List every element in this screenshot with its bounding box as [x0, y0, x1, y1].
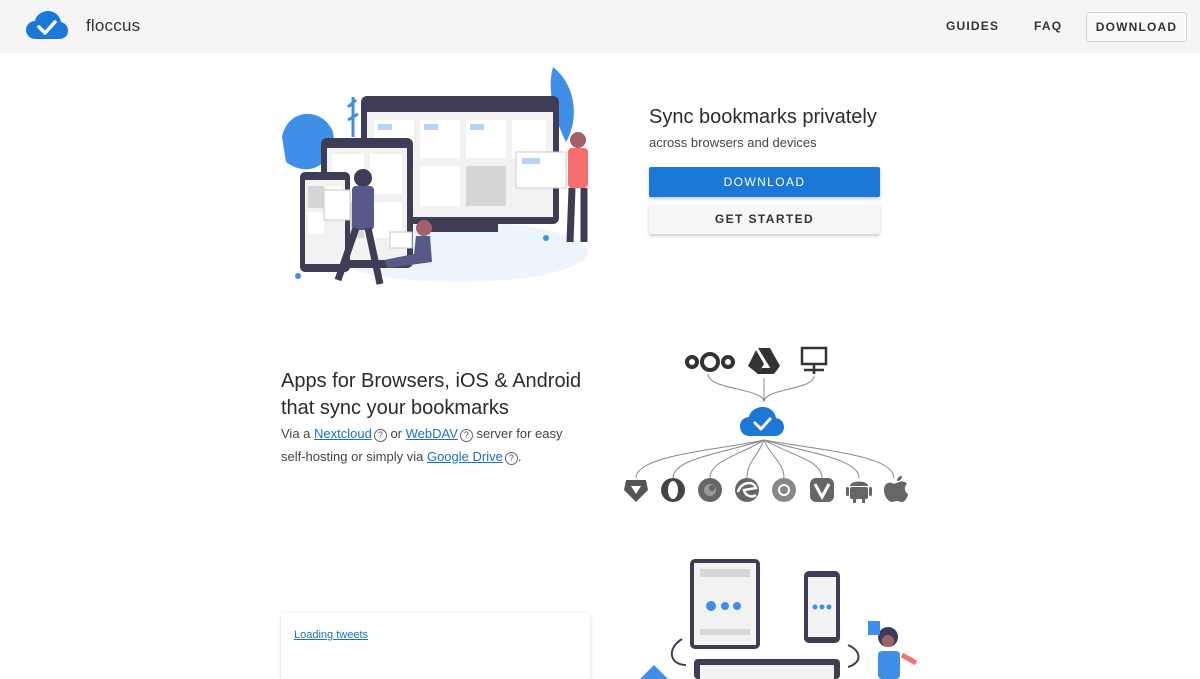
desc-or-text: or: [386, 426, 406, 441]
hero-subtitle: across browsers and devices: [649, 135, 817, 150]
opera-icon: [661, 478, 685, 502]
download-button[interactable]: DOWNLOAD: [649, 167, 880, 197]
nextcloud-link[interactable]: Nextcloud: [314, 426, 372, 441]
firefox-icon: [698, 478, 722, 502]
apps-heading-line2: that sync your bookmarks: [281, 397, 509, 419]
desc-via-text: Via a: [281, 426, 315, 441]
webdav-link[interactable]: WebDAV: [406, 426, 458, 441]
android-icon: [846, 481, 872, 503]
nextcloud-help-icon[interactable]: ?: [373, 429, 387, 442]
vivaldi-icon: [810, 478, 834, 502]
hero-title: Sync bookmarks privately: [649, 106, 877, 128]
brand[interactable]: floccus: [26, 11, 140, 41]
hero-illustration: [282, 67, 588, 285]
nextcloud-icon: [685, 352, 735, 372]
apps-heading: Apps for Browsers, iOS & Android that sy…: [281, 368, 601, 422]
google-drive-link[interactable]: Google Drive: [427, 449, 503, 464]
apps-heading-line1: Apps for Browsers, iOS & Android: [281, 370, 582, 392]
server-icon: [800, 346, 828, 374]
webdav-help-icon[interactable]: ?: [459, 429, 473, 442]
nav-guides-link[interactable]: GUIDES: [946, 19, 999, 33]
desc-server-text: server for easy: [472, 426, 563, 441]
cloud-check-icon: [740, 407, 784, 436]
google-drive-help-icon[interactable]: ?: [504, 452, 518, 465]
desc-selfhost-text: self-hosting or simply via: [281, 449, 427, 464]
brand-name: floccus: [86, 16, 141, 35]
apple-icon: [884, 476, 908, 502]
get-started-button[interactable]: GET STARTED: [649, 204, 880, 234]
brave-icon: [624, 480, 648, 502]
top-navbar: floccus GUIDES FAQ DOWNLOAD: [0, 0, 1200, 53]
chrome-icon: [772, 478, 796, 502]
edge-icon: [735, 478, 759, 502]
tweets-card: Loading tweets: [281, 613, 590, 679]
apps-description: Via a Nextcloud? or WebDAV? server for e…: [281, 422, 601, 468]
nav-download-button[interactable]: DOWNLOAD: [1086, 12, 1187, 42]
desc-period: .: [517, 449, 522, 464]
loading-tweets-link[interactable]: Loading tweets: [294, 629, 368, 641]
cloud-check-icon: [26, 11, 68, 39]
nav-faq-link[interactable]: FAQ: [1034, 19, 1062, 33]
google-drive-icon: [748, 348, 780, 374]
sync-diagram: [624, 346, 908, 503]
devices-illustration: [640, 559, 918, 679]
